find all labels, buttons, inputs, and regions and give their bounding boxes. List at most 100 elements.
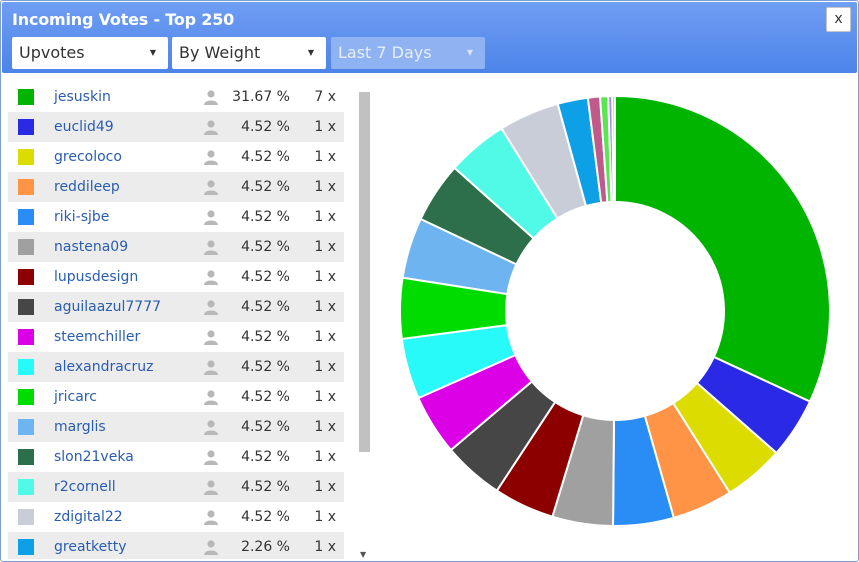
- user-icon[interactable]: [194, 149, 228, 165]
- vote-percent: 4.52 %: [241, 209, 290, 225]
- vote-count: 1 x: [314, 179, 336, 195]
- vote-count: 1 x: [314, 239, 336, 255]
- voter-name-link[interactable]: nastena09: [44, 239, 194, 255]
- user-icon[interactable]: [194, 209, 228, 225]
- swatch-cell: [8, 389, 44, 405]
- user-icon[interactable]: [194, 539, 228, 555]
- swatch-cell: [8, 89, 44, 105]
- voter-name-link[interactable]: jricarc: [44, 389, 194, 405]
- vote-percent: 2.26 %: [241, 539, 290, 555]
- user-icon[interactable]: [194, 509, 228, 525]
- user-icon[interactable]: [194, 419, 228, 435]
- chevron-down-icon: ▼: [307, 48, 314, 57]
- vote-percent: 4.52 %: [241, 479, 290, 495]
- vote-percent: 4.52 %: [241, 119, 290, 135]
- voter-name-link[interactable]: grecoloco: [44, 149, 194, 165]
- voter-name-link[interactable]: alexandracruz: [44, 359, 194, 375]
- user-icon[interactable]: [194, 179, 228, 195]
- color-swatch: [18, 449, 34, 465]
- donut-slice[interactable]: [611, 94, 616, 204]
- scroll-down-arrow-icon[interactable]: ▼: [360, 550, 366, 559]
- vote-count: 1 x: [314, 479, 336, 495]
- list-item: riki-sjbe 4.52 % 1 x: [8, 202, 344, 232]
- user-icon[interactable]: [194, 329, 228, 345]
- list-item: jesuskin 31.67 % 7 x: [8, 82, 344, 112]
- voter-name-link[interactable]: jesuskin: [44, 89, 194, 105]
- color-swatch: [18, 89, 34, 105]
- vote-count: 1 x: [314, 389, 336, 405]
- user-icon[interactable]: [194, 449, 228, 465]
- user-icon[interactable]: [194, 119, 228, 135]
- votes-window: Incoming Votes - Top 250 x Upvotes ▼ By …: [0, 0, 859, 562]
- voter-name-link[interactable]: steemchiller: [44, 329, 194, 345]
- list-item: marglis 4.52 % 1 x: [8, 412, 344, 442]
- vote-count: 1 x: [314, 149, 336, 165]
- list-item: reddileep 4.52 % 1 x: [8, 172, 344, 202]
- user-icon[interactable]: [194, 299, 228, 315]
- swatch-cell: [8, 209, 44, 225]
- color-swatch: [18, 119, 34, 135]
- user-icon[interactable]: [194, 89, 228, 105]
- user-icon[interactable]: [194, 359, 228, 375]
- voter-name-link[interactable]: lupusdesign: [44, 269, 194, 285]
- swatch-cell: [8, 419, 44, 435]
- period-value: Last 7 Days: [338, 43, 432, 62]
- voter-name-link[interactable]: marglis: [44, 419, 194, 435]
- sort-value: By Weight: [179, 43, 261, 62]
- color-swatch: [18, 209, 34, 225]
- sort-select[interactable]: By Weight ▼: [172, 37, 326, 69]
- list-item: lupusdesign 4.52 % 1 x: [8, 262, 344, 292]
- vote-percent: 4.52 %: [241, 179, 290, 195]
- vote-count: 1 x: [314, 509, 336, 525]
- swatch-cell: [8, 269, 44, 285]
- donut-chart: [399, 94, 831, 528]
- swatch-cell: [8, 449, 44, 465]
- color-swatch: [18, 509, 34, 525]
- swatch-cell: [8, 149, 44, 165]
- color-swatch: [18, 389, 34, 405]
- vote-percent: 4.52 %: [241, 509, 290, 525]
- swatch-cell: [8, 239, 44, 255]
- voter-name-link[interactable]: euclid49: [44, 119, 194, 135]
- list-item: aguilaazul7777 4.52 % 1 x: [8, 292, 344, 322]
- list-item: nastena09 4.52 % 1 x: [8, 232, 344, 262]
- voter-name-link[interactable]: reddileep: [44, 179, 194, 195]
- vote-count: 1 x: [314, 299, 336, 315]
- chevron-down-icon: ▼: [466, 48, 473, 57]
- vote-percent: 4.52 %: [241, 359, 290, 375]
- donut-slice[interactable]: [614, 94, 831, 403]
- swatch-cell: [8, 119, 44, 135]
- user-icon[interactable]: [194, 479, 228, 495]
- vote-count: 1 x: [314, 269, 336, 285]
- list-item: grecoloco 4.52 % 1 x: [8, 142, 344, 172]
- vote-count: 1 x: [314, 359, 336, 375]
- voter-name-link[interactable]: slon21veka: [44, 449, 194, 465]
- list-scrollbar[interactable]: ▼: [356, 82, 372, 559]
- vote-percent: 4.52 %: [241, 239, 290, 255]
- voter-name-link[interactable]: r2cornell: [44, 479, 194, 495]
- user-icon[interactable]: [194, 389, 228, 405]
- vote-percent: 4.52 %: [241, 389, 290, 405]
- vote-count: 1 x: [314, 119, 336, 135]
- voter-name-link[interactable]: zdigital22: [44, 509, 194, 525]
- color-swatch: [18, 479, 34, 495]
- list-item: alexandracruz 4.52 % 1 x: [8, 352, 344, 382]
- voter-list: jesuskin 31.67 % 7 x euclid49 4.52 % 1 x greco…: [8, 82, 344, 559]
- voter-name-link[interactable]: aguilaazul7777: [44, 299, 194, 315]
- vote-percent: 4.52 %: [241, 419, 290, 435]
- voter-name-link[interactable]: greatketty: [44, 539, 194, 555]
- vote-percent: 31.67 %: [232, 89, 290, 105]
- voter-name-link[interactable]: riki-sjbe: [44, 209, 194, 225]
- close-button[interactable]: x: [826, 7, 851, 32]
- swatch-cell: [8, 359, 44, 375]
- vote-type-select[interactable]: Upvotes ▼: [12, 37, 168, 69]
- vote-count: 1 x: [314, 539, 336, 555]
- user-icon[interactable]: [194, 269, 228, 285]
- color-swatch: [18, 419, 34, 435]
- color-swatch: [18, 539, 34, 555]
- swatch-cell: [8, 179, 44, 195]
- chevron-down-icon: ▼: [149, 48, 156, 57]
- scroll-thumb[interactable]: [359, 92, 370, 452]
- vote-count: 1 x: [314, 419, 336, 435]
- user-icon[interactable]: [194, 239, 228, 255]
